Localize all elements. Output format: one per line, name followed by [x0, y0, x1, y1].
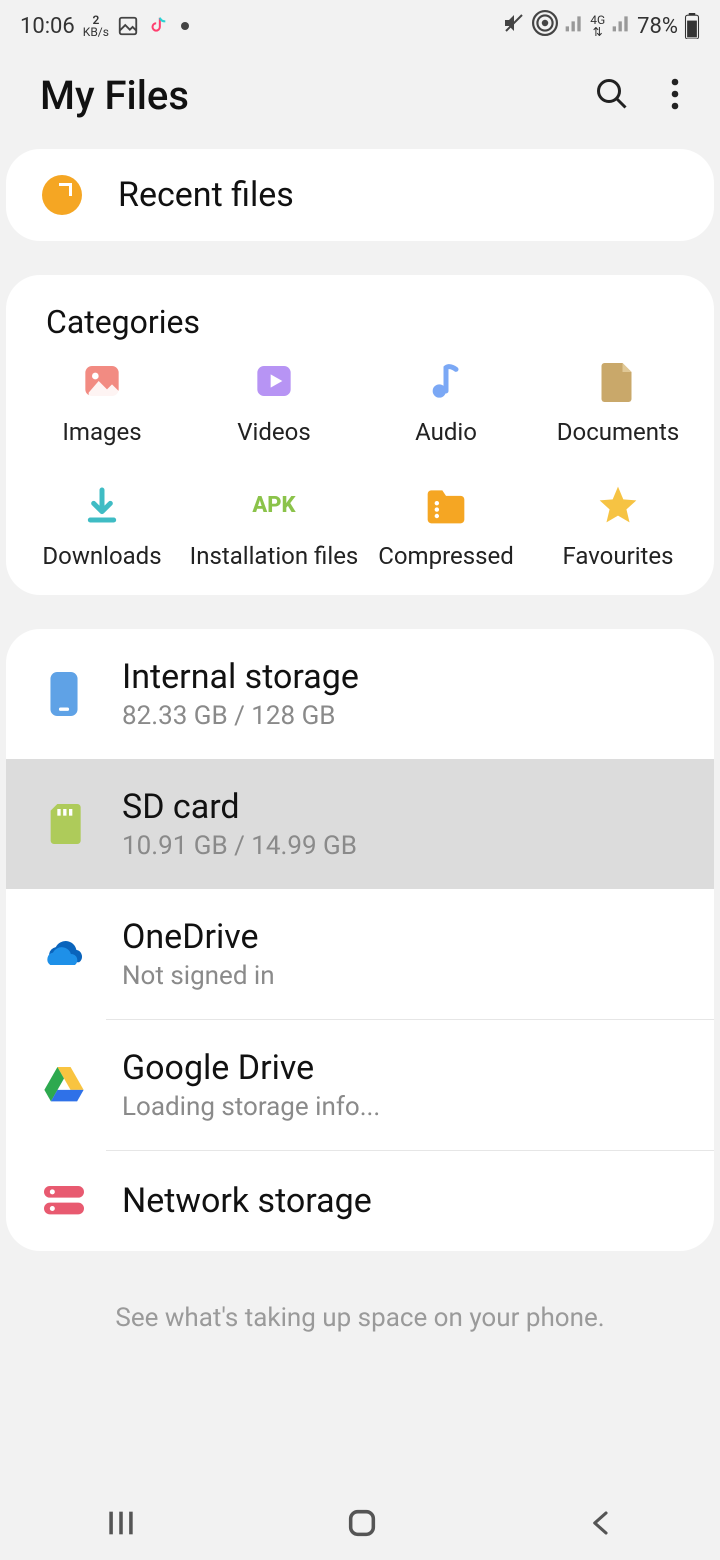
recents-nav-button[interactable]	[104, 1506, 138, 1544]
compressed-icon	[424, 483, 468, 527]
images-icon	[80, 359, 124, 403]
mute-icon	[502, 11, 526, 41]
internal-title: Internal storage	[122, 657, 678, 697]
status-bar: 10:06 2 KB/s 4G⇅ 78%	[0, 0, 720, 52]
sd-title: SD card	[122, 787, 678, 827]
recent-files-item[interactable]: Recent files	[6, 149, 714, 241]
category-audio[interactable]: Audio	[360, 359, 532, 447]
google-drive-item[interactable]: Google Drive Loading storage info...	[6, 1020, 714, 1150]
search-button[interactable]	[594, 76, 630, 116]
sd-card-item[interactable]: SD card 10.91 GB / 14.99 GB	[6, 759, 714, 889]
storage-analysis-hint[interactable]: See what's taking up space on your phone…	[0, 1303, 720, 1333]
home-nav-button[interactable]	[345, 1506, 379, 1544]
back-nav-button[interactable]	[586, 1506, 616, 1544]
audio-icon	[424, 359, 468, 403]
category-favourites[interactable]: Favourites	[532, 483, 704, 571]
category-images[interactable]: Images	[16, 359, 188, 447]
documents-icon	[596, 359, 640, 403]
videos-icon	[252, 359, 296, 403]
downloads-icon	[80, 483, 124, 527]
sdcard-icon	[42, 802, 86, 846]
onedrive-icon	[42, 932, 86, 976]
battery-percent: 78%	[637, 14, 678, 39]
notification-dot-icon	[181, 22, 189, 30]
hotspot-icon	[532, 10, 558, 42]
more-icon	[670, 76, 680, 112]
navigation-bar	[0, 1490, 720, 1560]
internal-storage-item[interactable]: Internal storage 82.33 GB / 128 GB	[6, 629, 714, 759]
data-4g-icon: 4G⇅	[590, 14, 605, 38]
home-icon	[345, 1506, 379, 1540]
clock-time: 10:06	[20, 14, 75, 39]
battery-icon	[684, 13, 700, 39]
signal-icon	[564, 13, 584, 39]
internal-sub: 82.33 GB / 128 GB	[122, 701, 678, 731]
tiktok-icon	[147, 15, 169, 37]
apk-icon: APK	[252, 483, 296, 527]
recent-files-label: Recent files	[118, 175, 294, 215]
onedrive-sub: Not signed in	[122, 961, 678, 991]
back-icon	[586, 1506, 616, 1540]
signal2-icon	[611, 13, 631, 39]
category-documents[interactable]: Documents	[532, 359, 704, 447]
star-icon	[596, 483, 640, 527]
phone-icon	[42, 672, 86, 716]
onedrive-title: OneDrive	[122, 917, 678, 957]
category-downloads[interactable]: Downloads	[16, 483, 188, 571]
app-header: My Files	[0, 52, 720, 149]
search-icon	[594, 76, 630, 112]
network-storage-item[interactable]: Network storage	[6, 1151, 714, 1251]
gdrive-sub: Loading storage info...	[122, 1092, 678, 1122]
sd-sub: 10.91 GB / 14.99 GB	[122, 831, 678, 861]
categories-title: Categories	[16, 303, 704, 359]
category-compressed[interactable]: Compressed	[360, 483, 532, 571]
google-drive-icon	[42, 1063, 86, 1107]
category-installation-files[interactable]: APK Installation files	[188, 483, 360, 571]
categories-card: Categories Images Videos Audio Documents	[6, 275, 714, 595]
gdrive-title: Google Drive	[122, 1048, 678, 1088]
storage-card: Internal storage 82.33 GB / 128 GB SD ca…	[6, 629, 714, 1251]
network-speed: 2 KB/s	[83, 14, 109, 38]
onedrive-item[interactable]: OneDrive Not signed in	[6, 889, 714, 1019]
network-title: Network storage	[122, 1181, 678, 1221]
recents-icon	[104, 1506, 138, 1540]
gallery-icon	[117, 15, 139, 37]
network-icon	[42, 1179, 86, 1223]
more-button[interactable]	[670, 76, 680, 116]
category-videos[interactable]: Videos	[188, 359, 360, 447]
page-title: My Files	[40, 72, 189, 119]
clock-icon	[42, 175, 82, 215]
